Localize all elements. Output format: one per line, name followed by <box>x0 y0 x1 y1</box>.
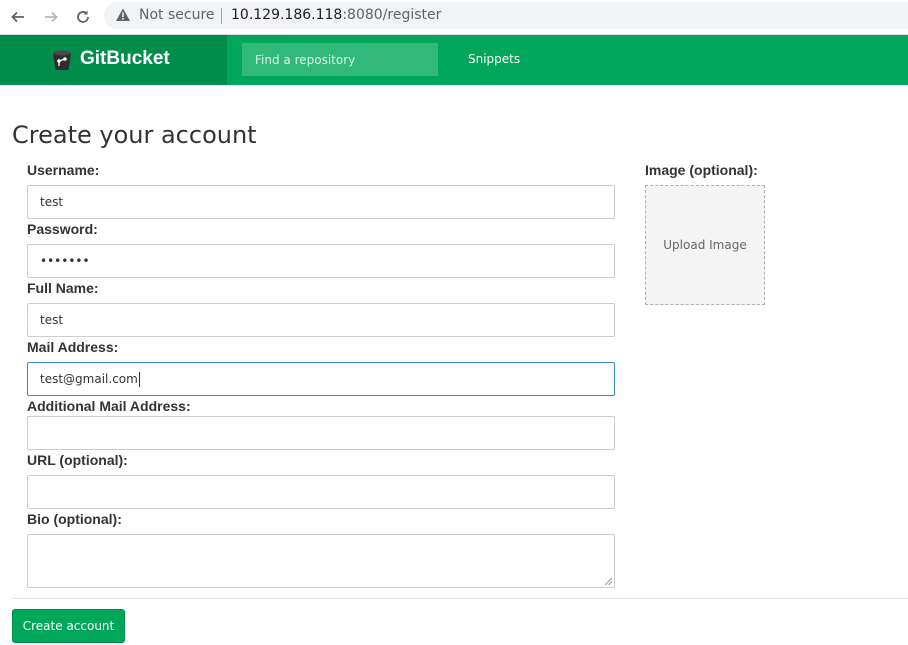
address-bar[interactable]: Not secure 10.129.186.118:8080/register <box>104 2 908 29</box>
upload-image-label: Upload Image <box>663 238 747 252</box>
back-arrow-icon[interactable] <box>6 5 30 29</box>
mail-field[interactable]: test@gmail.com <box>27 362 615 396</box>
url-field[interactable] <box>27 475 615 509</box>
app-header: GitBucket Snippets <box>0 35 908 85</box>
resize-grip-icon[interactable] <box>604 577 612 585</box>
bio-label: Bio (optional): <box>27 511 122 527</box>
password-field[interactable]: ••••••• <box>27 244 615 278</box>
image-label: Image (optional): <box>645 162 758 178</box>
url-host: 10.129.186.118 <box>231 7 343 23</box>
reload-icon[interactable] <box>71 5 95 29</box>
security-status: Not secure <box>139 7 215 23</box>
username-value: test <box>40 195 64 209</box>
fullname-value: test <box>40 313 64 327</box>
username-field[interactable]: test <box>27 185 615 219</box>
text-caret <box>138 372 140 387</box>
page-title: Create your account <box>12 121 257 149</box>
omnibox-divider <box>221 8 222 24</box>
create-account-button[interactable]: Create account <box>12 609 125 643</box>
repository-search-input[interactable] <box>242 43 438 76</box>
fullname-field[interactable]: test <box>27 303 615 337</box>
mail-value: test@gmail.com <box>40 372 138 386</box>
brand-name[interactable]: GitBucket <box>80 48 170 70</box>
url-label: URL (optional): <box>27 452 128 468</box>
warning-icon[interactable] <box>115 7 131 23</box>
brand-area[interactable]: GitBucket <box>0 35 227 85</box>
form-divider <box>12 598 908 599</box>
upload-image-dropzone[interactable]: Upload Image <box>645 185 765 305</box>
mail-label: Mail Address: <box>27 339 119 355</box>
gitbucket-logo-icon <box>53 50 71 70</box>
nav-link-snippets[interactable]: Snippets <box>468 52 520 66</box>
mail-value-wrap: test@gmail.com <box>40 363 140 395</box>
forward-arrow-icon[interactable] <box>39 5 63 29</box>
username-label: Username: <box>27 162 100 178</box>
browser-toolbar: Not secure 10.129.186.118:8080/register <box>0 0 908 35</box>
extra-mail-field[interactable] <box>27 416 615 450</box>
password-label: Password: <box>27 221 98 237</box>
password-value: ••••••• <box>40 254 90 268</box>
url-text: 10.129.186.118:8080/register <box>231 7 441 23</box>
extra-mail-label: Additional Mail Address: <box>27 398 191 414</box>
fullname-label: Full Name: <box>27 280 99 296</box>
bio-textarea[interactable] <box>27 534 615 588</box>
url-path: :8080/register <box>342 7 442 23</box>
